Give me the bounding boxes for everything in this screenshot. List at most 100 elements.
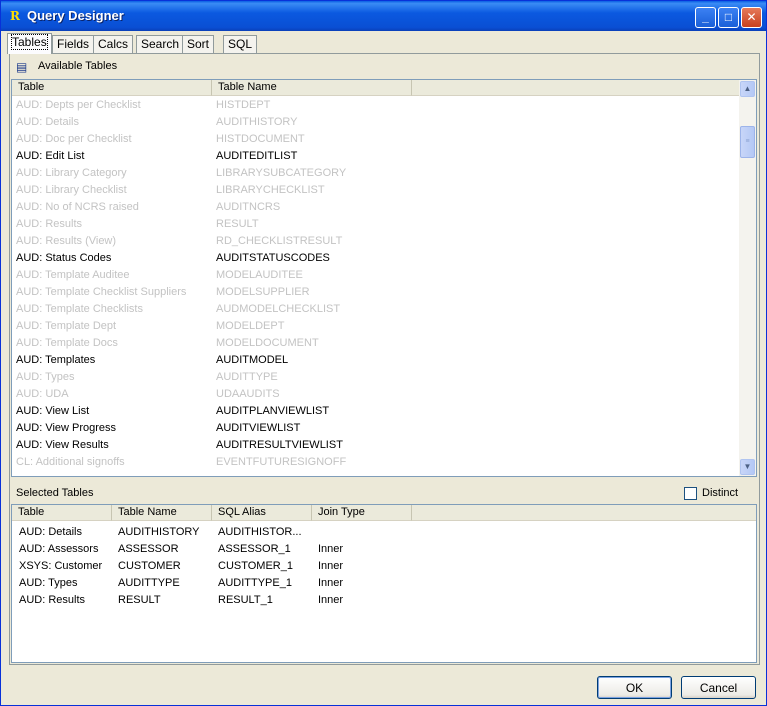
row-table-name: AUDITEDITLIST <box>216 150 298 162</box>
row-table-name: AUDITPLANVIEWLIST <box>216 405 330 417</box>
table-row[interactable]: AUD: Template Auditee MODELAUDITEE <box>12 267 740 284</box>
row-table-name: AUDITNCRS <box>216 201 281 213</box>
tab-fields[interactable]: Fields <box>52 35 95 53</box>
row-table-name: RESULT <box>216 218 259 230</box>
row-table-name: MODELDOCUMENT <box>216 337 319 349</box>
table-row[interactable]: AUD: Results RESULT RESULT_1 Inner <box>12 592 756 609</box>
row-table-name: AUDITTYPE <box>216 371 278 383</box>
table-row[interactable]: AUD: Edit List AUDITEDITLIST <box>12 148 740 165</box>
table-row[interactable]: AUD: Doc per Checklist HISTDOCUMENT <box>12 131 740 148</box>
row-table-label: AUD: Types <box>19 577 78 589</box>
selected-tables-rows: AUD: Details AUDITHISTORY AUDITHISTOR... AU… <box>12 524 756 662</box>
available-tables-rows: AUD: Depts per Checklist HISTDEPT AUD: Det… <box>12 97 756 476</box>
table-row[interactable]: AUD: Template Dept MODELDEPT <box>12 318 740 335</box>
table-row[interactable]: AUD: View Results AUDITRESULTVIEWLIST <box>12 437 740 454</box>
table-row[interactable]: AUD: Depts per Checklist HISTDEPT <box>12 97 740 114</box>
table-row[interactable]: AUD: Template Docs MODELDOCUMENT <box>12 335 740 352</box>
row-join-type: Inner <box>318 594 344 606</box>
table-row[interactable]: AUD: Status Codes AUDITSTATUSCODES <box>12 250 740 267</box>
row-table-name: LIBRARYSUBCATEGORY <box>216 167 347 179</box>
column-header-table-name[interactable]: Table Name <box>112 505 212 521</box>
table-row[interactable]: AUD: Results RESULT <box>12 216 740 233</box>
row-table-label: AUD: No of NCRS raised <box>16 201 139 213</box>
column-header-table[interactable]: Table <box>12 80 212 96</box>
row-table-label: AUD: Library Checklist <box>16 184 127 196</box>
column-header-table[interactable]: Table <box>12 505 112 521</box>
table-row[interactable]: CL: Additional signoffs EVENTFUTURESIGNOF… <box>12 454 740 471</box>
title-bar[interactable]: R Query Designer _ □ ✕ <box>1 1 766 31</box>
column-header-join-type[interactable]: Join Type <box>312 505 412 521</box>
row-table-label: AUD: Results (View) <box>16 235 117 247</box>
row-table-label: AUD: Templates <box>16 354 96 366</box>
table-row[interactable]: AUD: Library Checklist LIBRARYCHECKLIST <box>12 182 740 199</box>
table-row[interactable]: AUD: Details AUDITHISTORY AUDITHISTOR... <box>12 524 756 541</box>
row-table-name: MODELDEPT <box>216 320 285 332</box>
row-join-type: Inner <box>318 560 344 572</box>
cancel-button[interactable]: Cancel <box>681 676 756 699</box>
column-header-table-name[interactable]: Table Name <box>212 80 412 96</box>
row-table-label: AUD: Types <box>16 371 75 383</box>
selected-tables-label: Selected Tables <box>16 487 94 499</box>
row-table-name: AUDITSTATUSCODES <box>216 252 330 264</box>
available-tables-scrollbar[interactable]: ▲ ≡ ▼ <box>739 80 756 476</box>
row-table-name: UDAAUDITS <box>216 388 280 400</box>
table-row[interactable]: XSYS: Customer CUSTOMER CUSTOMER_1 Inner <box>12 558 756 575</box>
row-table-name: LIBRARYCHECKLIST <box>216 184 325 196</box>
minimize-button[interactable]: _ <box>695 7 716 28</box>
table-row[interactable]: AUD: Results (View) RD_CHECKLISTRESULT <box>12 233 740 250</box>
available-tables-label: Available Tables <box>38 60 118 72</box>
table-row[interactable]: AUD: View Progress AUDITVIEWLIST <box>12 420 740 437</box>
row-table-label: AUD: View Progress <box>16 422 117 434</box>
row-table-name: AUDITMODEL <box>216 354 289 366</box>
table-row[interactable]: AUD: View List AUDITPLANVIEWLIST <box>12 403 740 420</box>
table-row[interactable]: AUD: Types AUDITTYPE <box>12 369 740 386</box>
close-button[interactable]: ✕ <box>741 7 762 28</box>
maximize-button[interactable]: □ <box>718 7 739 28</box>
tab-sort[interactable]: Sort <box>182 35 215 53</box>
scroll-thumb[interactable]: ≡ <box>740 126 755 158</box>
row-table-name: AUDITTYPE <box>118 577 180 589</box>
selected-tables-list[interactable]: Table Table Name SQL Alias Join Type AUD… <box>11 504 757 663</box>
row-table-name: AUDITHISTORY <box>118 526 200 538</box>
tab-search[interactable]: Search <box>136 35 185 53</box>
row-table-label: AUD: Template Docs <box>16 337 118 349</box>
table-row[interactable]: AUD: Details AUDITHISTORY <box>12 114 740 131</box>
scroll-up-arrow-icon[interactable]: ▲ <box>740 81 755 97</box>
table-row[interactable]: AUD: Template Checklists AUDMODELCHECKLIS… <box>12 301 740 318</box>
row-table-label: AUD: View List <box>16 405 90 417</box>
row-table-name: RD_CHECKLISTRESULT <box>216 235 343 247</box>
row-table-name: MODELAUDITEE <box>216 269 303 281</box>
table-row[interactable]: AUD: Templates AUDITMODEL <box>12 352 740 369</box>
distinct-checkbox[interactable] <box>684 487 697 500</box>
row-table-label: AUD: Results <box>16 218 83 230</box>
row-table-name: HISTDOCUMENT <box>216 133 305 145</box>
table-row[interactable]: AUD: No of NCRS raised AUDITNCRS <box>12 199 740 216</box>
row-table-label: AUD: Template Dept <box>16 320 117 332</box>
row-table-name: EVENTFUTURESIGNOFF <box>216 456 347 468</box>
column-header-filler <box>412 80 740 96</box>
tables-icon: ▤ <box>16 60 28 74</box>
row-table-label: CL: Additional signoffs <box>16 456 125 468</box>
table-row[interactable]: AUD: Library Category LIBRARYSUBCATEGORY <box>12 165 740 182</box>
column-header-sql-alias[interactable]: SQL Alias <box>212 505 312 521</box>
row-table-label: AUD: Status Codes <box>16 252 112 264</box>
row-sql-alias: RESULT_1 <box>218 594 273 606</box>
row-table-label: XSYS: Customer <box>19 560 103 572</box>
table-row[interactable]: AUD: Assessors ASSESSOR ASSESSOR_1 Inner <box>12 541 756 558</box>
row-table-label: AUD: Assessors <box>19 543 99 555</box>
row-table-label: AUD: Template Checklist Suppliers <box>16 286 187 298</box>
ok-button[interactable]: OK <box>597 676 672 699</box>
table-row[interactable]: AUD: Template Checklist Suppliers MODELSU… <box>12 284 740 301</box>
tab-sql[interactable]: SQL <box>223 35 258 53</box>
row-table-label: AUD: Edit List <box>16 150 85 162</box>
app-icon: R <box>10 9 20 23</box>
row-table-name: AUDMODELCHECKLIST <box>216 303 341 315</box>
available-tables-list[interactable]: Table Table Name AUD: Depts per Checklis… <box>11 79 757 477</box>
row-table-label: AUD: Results <box>19 594 86 606</box>
table-row[interactable]: AUD: Types AUDITTYPE AUDITTYPE_1 Inner <box>12 575 756 592</box>
scroll-down-arrow-icon[interactable]: ▼ <box>740 459 755 475</box>
tab-tables[interactable]: Tables <box>7 33 52 54</box>
row-table-label: AUD: Details <box>19 526 82 538</box>
tab-calcs[interactable]: Calcs <box>93 35 134 53</box>
table-row[interactable]: AUD: UDA UDAAUDITS <box>12 386 740 403</box>
